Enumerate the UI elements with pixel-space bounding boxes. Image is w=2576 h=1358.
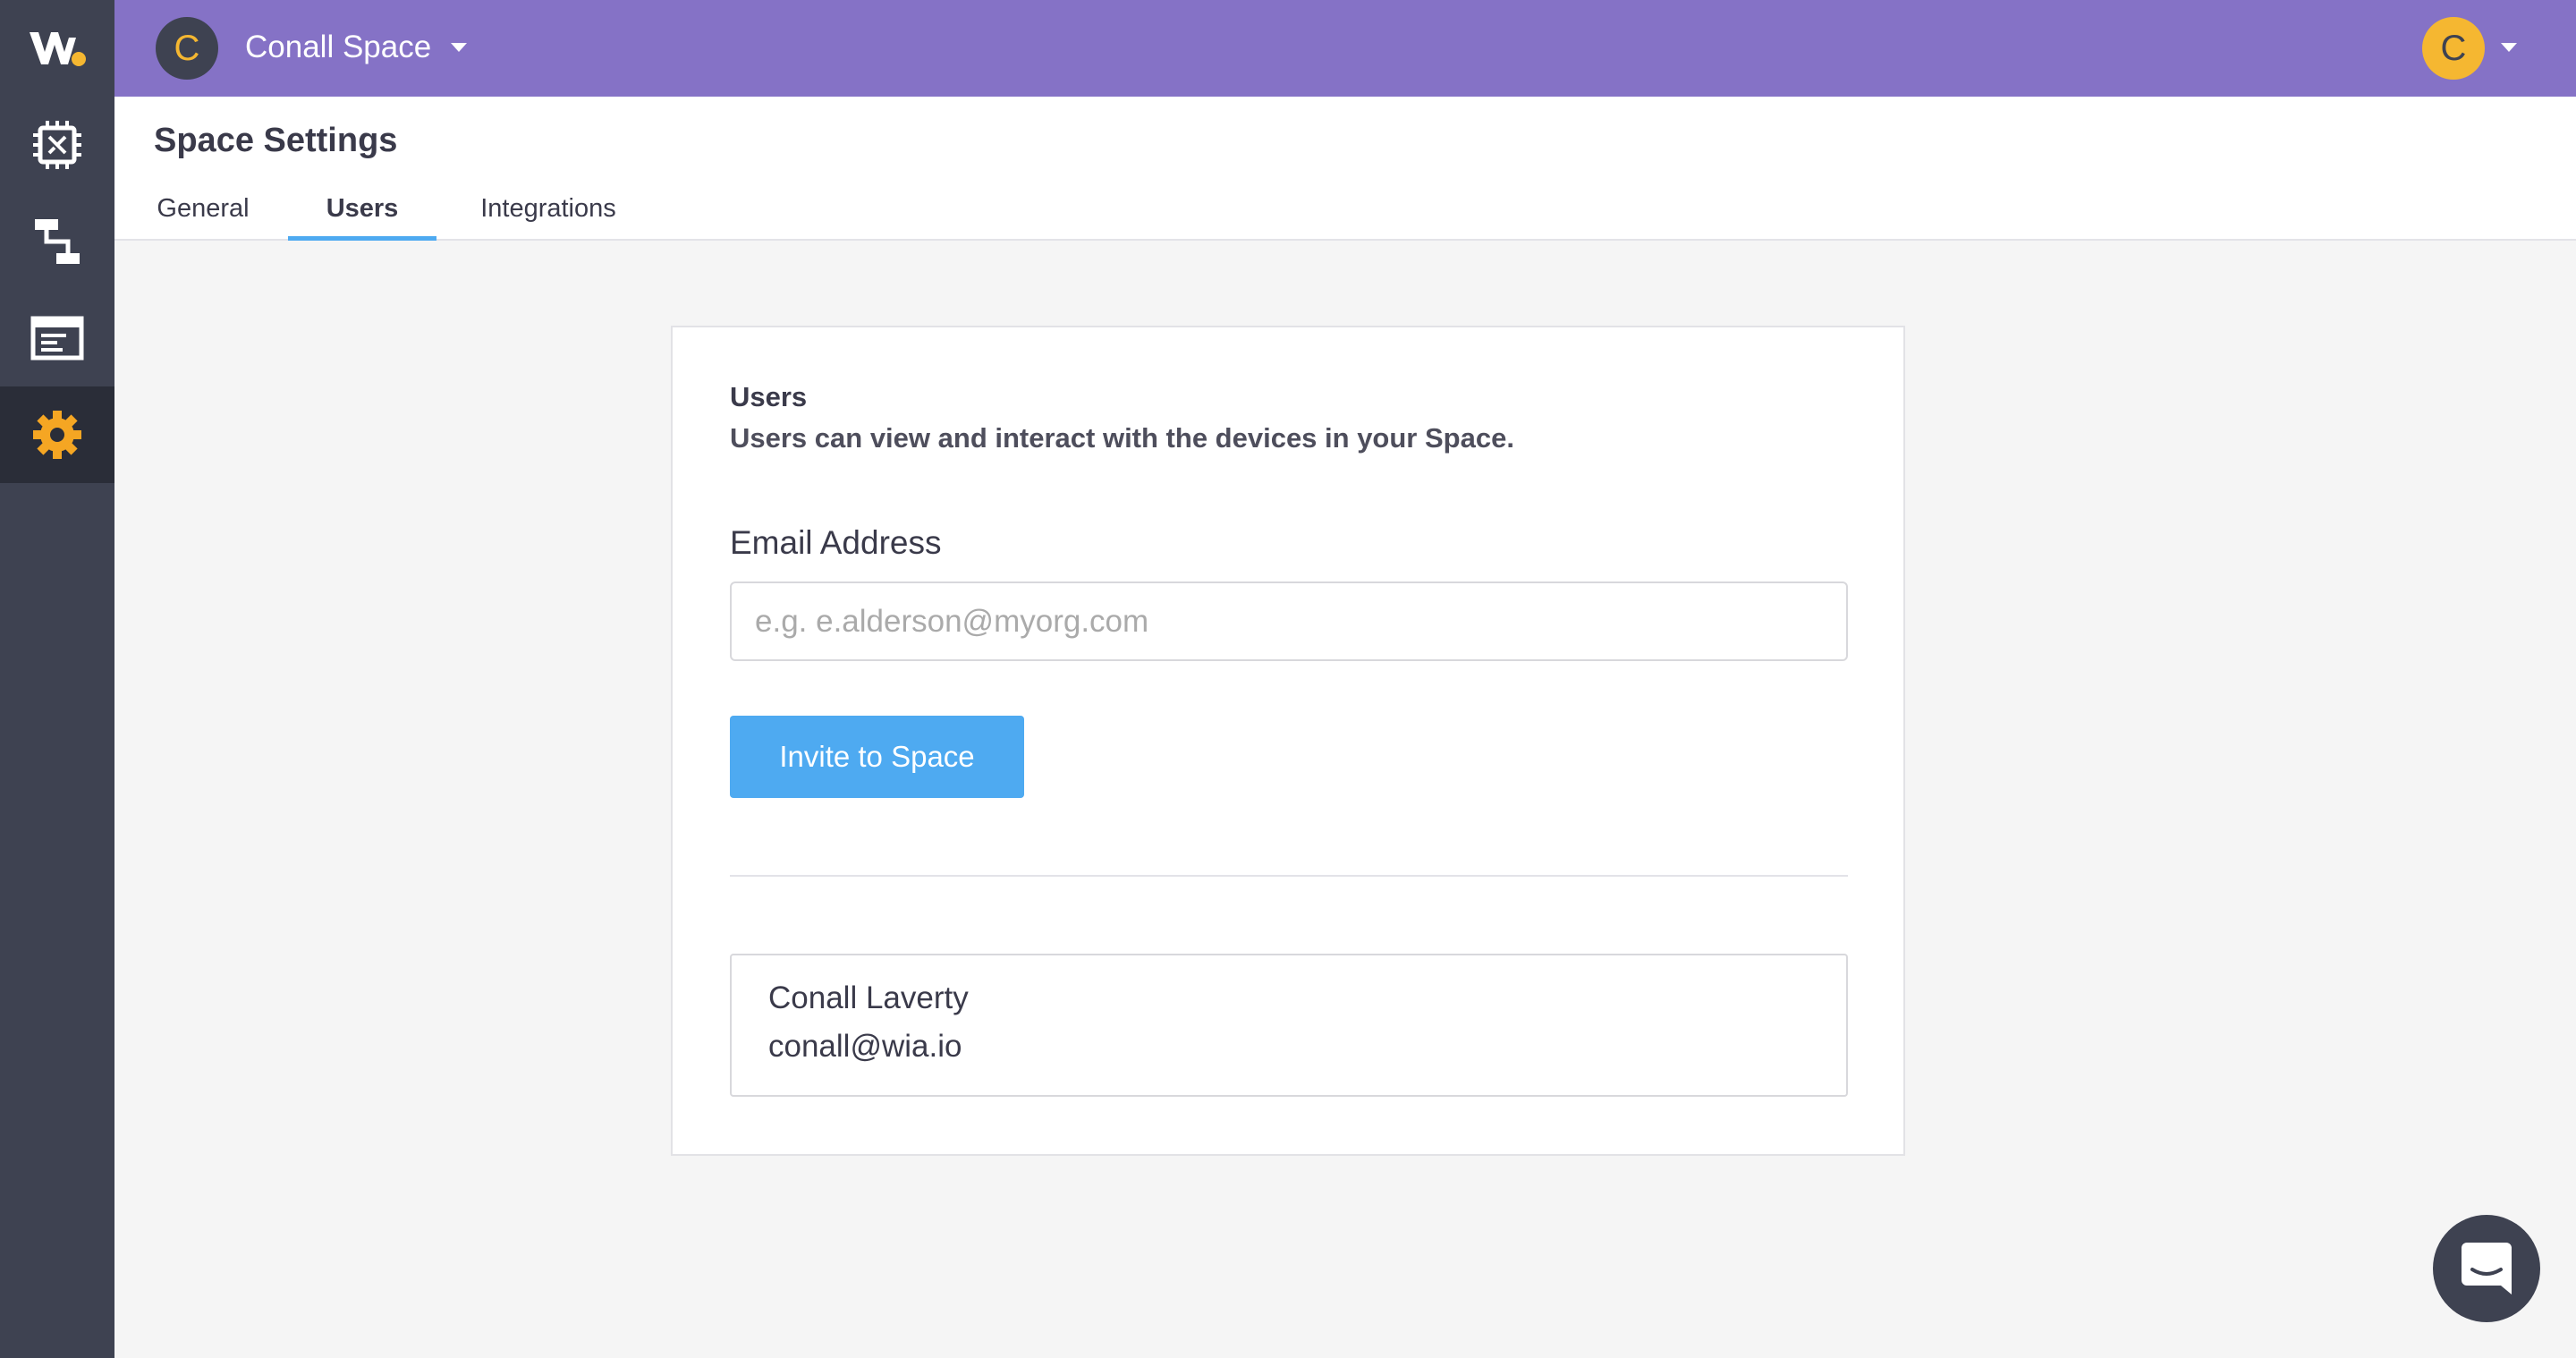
chat-launcher-button[interactable] <box>2433 1215 2540 1322</box>
top-bar: C Conall Space C <box>114 0 2576 97</box>
list-item[interactable]: Conall Laverty conall@wia.io <box>730 954 1848 1097</box>
page-title: Space Settings <box>154 122 398 159</box>
member-email: conall@wia.io <box>768 1029 962 1064</box>
sidebar-item-dashboards[interactable] <box>0 290 114 386</box>
space-switcher[interactable]: Conall Space <box>245 25 468 70</box>
gear-icon <box>33 411 81 459</box>
tab-general[interactable]: General <box>154 182 252 241</box>
users-card: Users Users can view and interact with t… <box>671 326 1905 1156</box>
email-field[interactable] <box>730 581 1848 661</box>
flow-icon <box>35 219 80 264</box>
space-name: Conall Space <box>245 30 432 64</box>
card-description: Users can view and interact with the dev… <box>730 422 1514 454</box>
sidebar-item-flows[interactable] <box>0 193 114 290</box>
wia-logo[interactable] <box>0 0 114 97</box>
email-label: Email Address <box>730 524 942 561</box>
user-menu-chevron-down-icon[interactable] <box>2501 43 2517 52</box>
chip-icon <box>33 121 81 169</box>
sidebar-item-settings[interactable] <box>0 386 114 483</box>
tab-integrations[interactable]: Integrations <box>474 182 623 241</box>
space-avatar[interactable]: C <box>156 17 218 80</box>
dashboard-icon <box>30 316 84 361</box>
member-name: Conall Laverty <box>768 980 969 1015</box>
sidebar <box>0 0 114 1358</box>
chat-bubble-icon <box>2462 1243 2512 1294</box>
wia-logo-icon <box>30 32 86 66</box>
sidebar-item-devices[interactable] <box>0 97 114 193</box>
divider <box>730 875 1848 877</box>
chevron-down-icon <box>451 43 468 52</box>
user-avatar[interactable]: C <box>2422 17 2485 80</box>
invite-to-space-button[interactable]: Invite to Space <box>730 716 1024 798</box>
card-heading: Users <box>730 381 808 412</box>
tab-users[interactable]: Users <box>288 182 436 241</box>
settings-header: Space Settings General Users Integration… <box>114 97 2576 241</box>
